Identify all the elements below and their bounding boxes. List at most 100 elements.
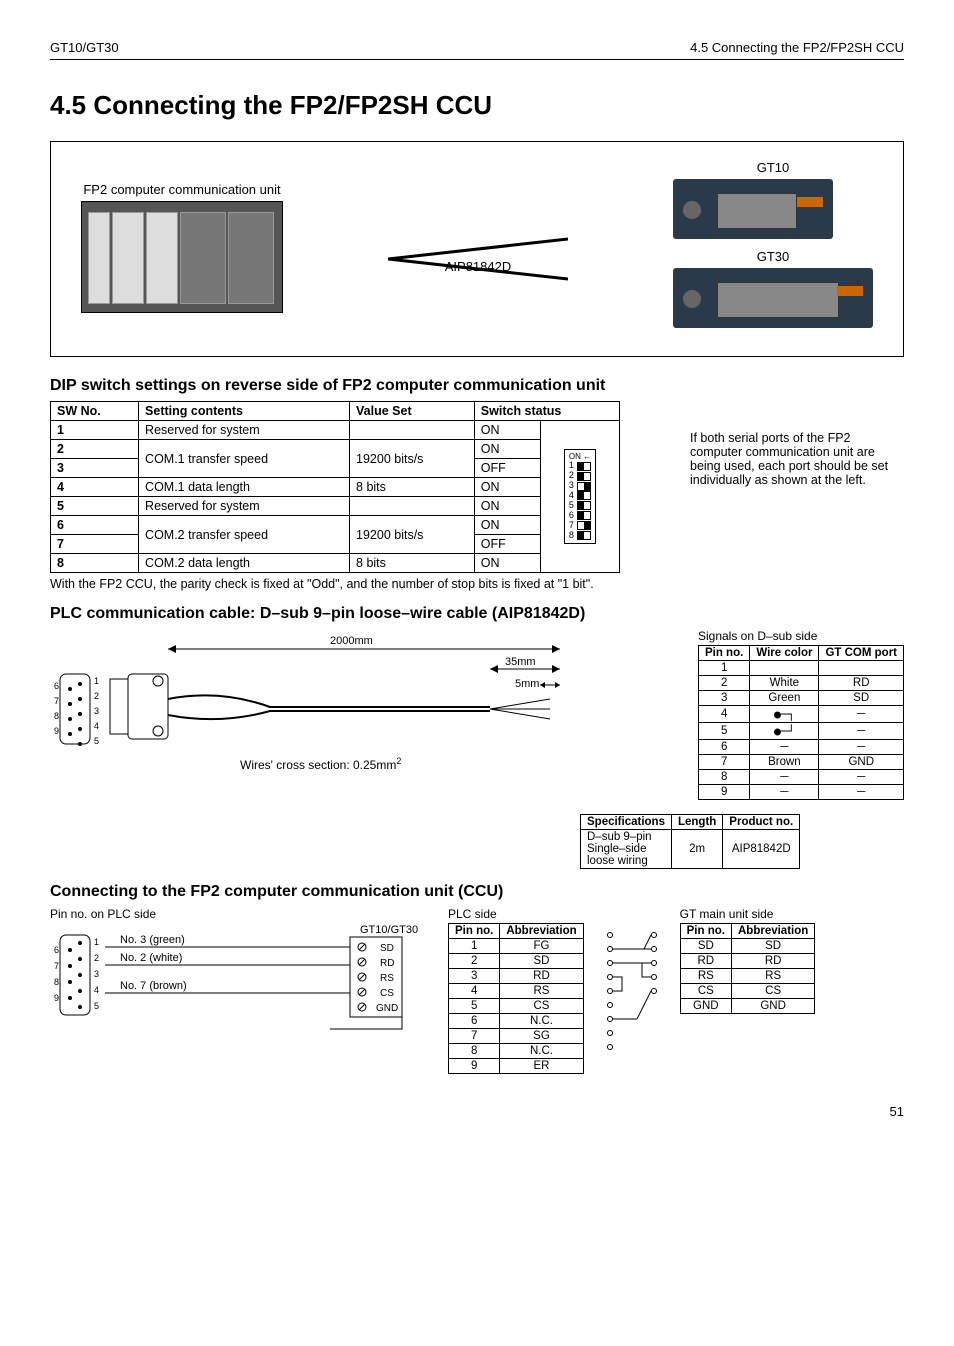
dip-cell: 19200 bits/s (350, 440, 475, 478)
dip-footnote: With the FP2 CCU, the parity check is fi… (50, 577, 904, 591)
dip-cell: 3 (57, 461, 64, 475)
fp2-unit-label: FP2 computer communication unit (81, 182, 283, 197)
dip-col-value: Value Set (350, 402, 475, 421)
plc-side-title: PLC side (448, 907, 584, 921)
dip-cell: COM.1 data length (139, 478, 350, 497)
svg-text:2: 2 (94, 691, 99, 701)
svg-text:6: 6 (54, 945, 59, 955)
table-row: 7SG (449, 1029, 584, 1044)
table-row: 9── (698, 785, 903, 800)
svg-text:6: 6 (54, 681, 59, 691)
dip-cell: ON (474, 421, 540, 440)
gt-side-title: GT main unit side (680, 907, 816, 921)
svg-text:9: 9 (54, 993, 59, 1003)
header-right: 4.5 Connecting the FP2/FP2SH CCU (690, 40, 904, 55)
dip-cell: Reserved for system (139, 497, 350, 516)
dip-cell: ON (474, 516, 540, 535)
table-row: 6 COM.2 transfer speed 19200 bits/s ON (51, 516, 620, 535)
signals-table-title: Signals on D–sub side (698, 629, 904, 643)
signals-header: Wire color (750, 646, 819, 661)
dip-cell: OFF (474, 535, 540, 554)
table-row: 1FG (449, 939, 584, 954)
dip-cell: 6 (57, 518, 64, 532)
gt-side-table: Pin no.Abbreviation SDSD RDRD RSRS CSCS … (680, 923, 816, 1014)
table-row: 4 COM.1 data length 8 bits ON (51, 478, 620, 497)
svg-text:1: 1 (94, 937, 99, 947)
table-row: 9ER (449, 1059, 584, 1074)
table-row: 3RD (449, 969, 584, 984)
cable-part-number: AIP81842D (303, 259, 653, 274)
table-row: GNDGND (680, 999, 815, 1014)
svg-text:No. 7 (brown): No. 7 (brown) (120, 980, 187, 992)
dip-cell (350, 497, 475, 516)
dip-cell: ON (474, 478, 540, 497)
table-row: SDSD (680, 939, 815, 954)
table-row: 2SD (449, 954, 584, 969)
table-row: 4●─┐─ (698, 706, 903, 723)
dip-cell: ON (474, 497, 540, 516)
table-row: CSCS (680, 984, 815, 999)
svg-text:3: 3 (94, 706, 99, 716)
svg-text:RS: RS (380, 973, 394, 984)
dip-cell: ON (474, 554, 540, 573)
signals-header: GT COM port (819, 646, 904, 661)
dip-cell: COM.1 transfer speed (139, 440, 350, 478)
specs-table: Specifications Length Product no. D–sub … (580, 814, 800, 869)
svg-text:5mm: 5mm (515, 678, 539, 690)
dip-cell: 5 (57, 499, 64, 513)
specs-header: Product no. (723, 815, 800, 830)
table-row: 5●─┘─ (698, 723, 903, 740)
svg-text:CS: CS (380, 988, 394, 999)
connect-heading: Connecting to the FP2 computer communica… (50, 883, 904, 901)
svg-text:7: 7 (54, 961, 59, 971)
signals-table: Pin no. Wire color GT COM port 1 2WhiteR… (698, 645, 904, 800)
table-row: 6── (698, 740, 903, 755)
cable-heading: PLC communication cable: D–sub 9–pin loo… (50, 605, 904, 623)
dip-col-status: Switch status (474, 402, 619, 421)
dip-heading: DIP switch settings on reverse side of F… (50, 377, 904, 395)
dip-cell: 2 (57, 442, 64, 456)
svg-text:No. 2 (white): No. 2 (white) (120, 952, 182, 964)
dip-switch-graphic: ON ← 1 2 3 4 5 6 7 8 (564, 449, 596, 545)
specs-header: Specifications (581, 815, 672, 830)
table-row: 2 COM.1 transfer speed 19200 bits/s ON (51, 440, 620, 459)
svg-text:4: 4 (94, 985, 99, 995)
svg-text:8: 8 (54, 711, 59, 721)
svg-text:No. 3 (green): No. 3 (green) (120, 934, 185, 946)
plc-side-table: Pin no.Abbreviation 1FG 2SD 3RD 4RS 5CS … (448, 923, 584, 1074)
svg-text:3: 3 (94, 969, 99, 979)
svg-text:RD: RD (380, 958, 394, 969)
dip-cell: 8 bits (350, 478, 475, 497)
svg-text:SD: SD (380, 943, 394, 954)
svg-text:5: 5 (94, 1001, 99, 1011)
table-row: RSRS (680, 969, 815, 984)
svg-text:4: 4 (94, 721, 99, 731)
svg-text:7: 7 (54, 696, 59, 706)
plc-pin-label: Pin no. on PLC side (50, 907, 430, 921)
page-number: 51 (50, 1104, 904, 1119)
table-row: 8N.C. (449, 1044, 584, 1059)
dip-cell: 19200 bits/s (350, 516, 475, 554)
fp2-unit-graphic (81, 201, 283, 313)
dip-cell: Reserved for system (139, 421, 350, 440)
dip-cell (350, 421, 475, 440)
table-row: RDRD (680, 954, 815, 969)
page-title: 4.5 Connecting the FP2/FP2SH CCU (50, 90, 904, 121)
dip-col-swno: SW No. (51, 402, 139, 421)
table-row: 4RS (449, 984, 584, 999)
dip-cell: 8 bits (350, 554, 475, 573)
table-row: 5CS (449, 999, 584, 1014)
gt30-label: GT30 (673, 249, 873, 264)
plc-connection-drawing: 6 7 8 9 1 2 3 4 5 No. 3 (green) No. 2 (w… (50, 925, 430, 1035)
table-row: 6N.C. (449, 1014, 584, 1029)
signals-header: Pin no. (698, 646, 749, 661)
dip-cell: COM.2 data length (139, 554, 350, 573)
wiring-crossover (602, 907, 662, 1067)
table-row: 8── (698, 770, 903, 785)
dip-cell: 8 (57, 556, 64, 570)
table-row: 3GreenSD (698, 691, 903, 706)
table-row: 7BrownGND (698, 755, 903, 770)
table-row: 2WhiteRD (698, 676, 903, 691)
table-row: 1 Reserved for system ON ON ← 1 2 3 4 5 … (51, 421, 620, 440)
specs-header: Length (671, 815, 722, 830)
